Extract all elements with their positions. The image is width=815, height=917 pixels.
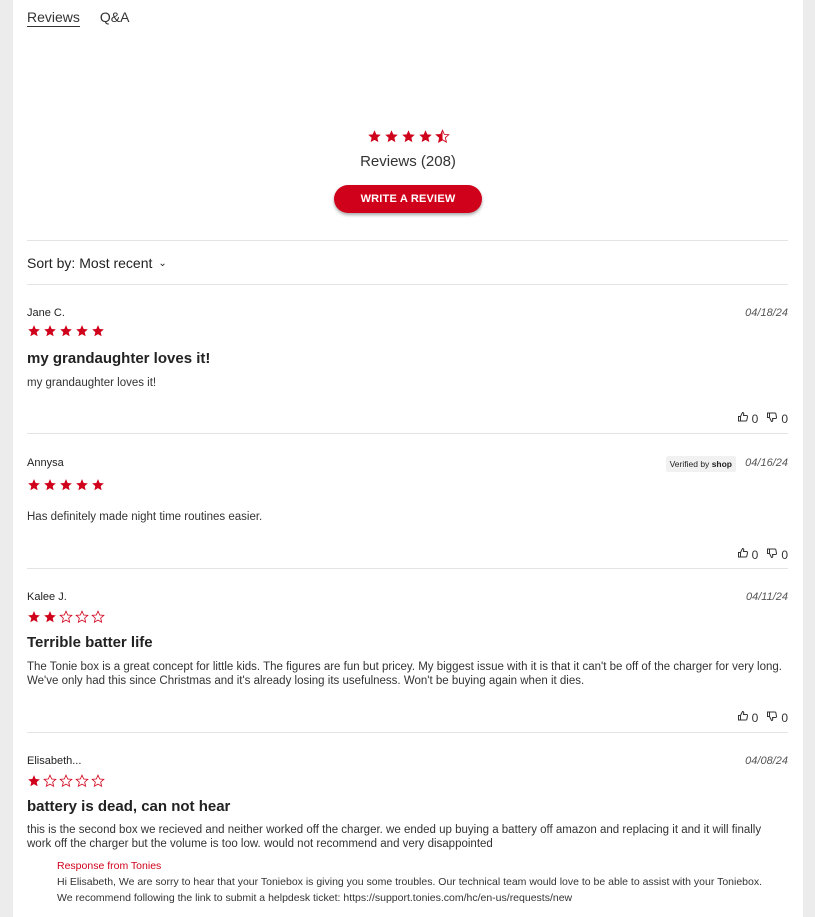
star-icon (434, 129, 450, 143)
divider (27, 433, 788, 434)
review-body: The Tonie box is a great concept for lit… (27, 661, 782, 687)
review-author: Annysa (27, 457, 64, 469)
response-line-2: We recommend following the link to submi… (57, 892, 573, 904)
chevron-down-icon: ⌄ (158, 257, 167, 269)
star-icon (384, 130, 398, 143)
review-date: 04/16/24 (745, 457, 788, 469)
thumbs-down-icon (766, 411, 778, 426)
tab-reviews[interactable]: Reviews (27, 9, 80, 27)
thumbs-up-icon (737, 710, 749, 725)
star-icon (76, 479, 88, 491)
merchant-response: Response from Tonies Hi Elisabeth, We ar… (57, 860, 792, 906)
review-body: Has definitely made night time routines … (27, 511, 263, 523)
verified-badge: Verified by shop (665, 456, 736, 472)
unhelpful-count: 0 (781, 411, 788, 426)
write-review-button[interactable]: WRITE A REVIEW (333, 185, 483, 213)
review-tabs: Reviews Q&A (27, 9, 129, 27)
review-votes: 0 0 (737, 411, 788, 426)
helpful-button[interactable]: 0 (737, 710, 759, 725)
review-date: 04/08/24 (745, 755, 788, 767)
review-date: 04/18/24 (745, 307, 788, 319)
review-author: Elisabeth... (27, 755, 82, 767)
thumbs-down-icon (766, 547, 778, 562)
star-icon (59, 774, 73, 788)
star-icon (59, 610, 73, 624)
helpful-count: 0 (751, 710, 759, 725)
star-icon (28, 479, 40, 491)
star-icon (92, 479, 104, 491)
star-icon (43, 774, 57, 788)
divider (27, 732, 788, 733)
unhelpful-button[interactable]: 0 (766, 547, 788, 562)
review-stars (27, 478, 105, 492)
response-text: Hi Elisabeth, We are sorry to hear that … (57, 874, 792, 906)
star-icon (91, 610, 105, 624)
review-author: Kalee J. (27, 591, 67, 603)
star-icon (91, 774, 105, 788)
star-icon (44, 325, 56, 337)
review-body: this is the second box we recieved and n… (27, 824, 762, 850)
tab-qa[interactable]: Q&A (100, 9, 130, 27)
star-icon (44, 479, 56, 491)
thumbs-up-icon (737, 411, 749, 426)
review-stars (27, 324, 105, 338)
review-date: 04/11/24 (745, 591, 788, 603)
star-icon (44, 611, 56, 623)
unhelpful-button[interactable]: 0 (766, 411, 788, 426)
star-icon (367, 130, 381, 143)
response-label: Response from Tonies (57, 860, 162, 872)
star-icon (60, 325, 72, 337)
summary-stars (367, 129, 450, 144)
response-line-1: Hi Elisabeth, We are sorry to hear that … (57, 876, 763, 888)
helpful-count: 0 (751, 411, 759, 426)
review-title: battery is dead, can not hear (27, 798, 231, 815)
star-icon (418, 130, 432, 143)
review-count: Reviews (208) (360, 153, 456, 170)
rating-summary: Reviews (208) WRITE A REVIEW (13, 129, 803, 213)
thumbs-up-icon (737, 547, 749, 562)
helpful-button[interactable]: 0 (737, 547, 759, 562)
unhelpful-count: 0 (781, 710, 788, 725)
star-icon (28, 325, 40, 337)
review-author: Jane C. (27, 307, 65, 319)
sort-dropdown[interactable]: Sort by: Most recent ⌄ (27, 255, 167, 271)
star-icon (75, 774, 89, 788)
thumbs-down-icon (766, 710, 778, 725)
star-icon (60, 479, 72, 491)
review-stars (27, 610, 105, 624)
unhelpful-count: 0 (781, 547, 788, 562)
star-icon (75, 610, 89, 624)
divider (27, 284, 788, 285)
helpful-button[interactable]: 0 (737, 411, 759, 426)
verified-prefix: Verified by (669, 459, 710, 469)
star-icon (28, 775, 40, 787)
review-votes: 0 0 (737, 547, 788, 562)
sort-label: Sort by: (27, 255, 76, 271)
star-icon (401, 130, 415, 143)
unhelpful-button[interactable]: 0 (766, 710, 788, 725)
reviews-panel: Reviews Q&A Reviews (208) WRITE A REVIEW… (13, 0, 803, 917)
review-title: my grandaughter loves it! (27, 350, 211, 367)
star-icon (92, 325, 104, 337)
sort-value: Most recent (79, 255, 153, 271)
review-title: Terrible batter life (27, 634, 153, 651)
review-votes: 0 0 (737, 710, 788, 725)
star-icon (28, 611, 40, 623)
review-body: my grandaughter loves it! (27, 377, 157, 389)
star-icon (76, 325, 88, 337)
review-stars (27, 774, 105, 788)
divider (27, 240, 788, 241)
verified-brand: shop (711, 459, 732, 469)
helpful-count: 0 (751, 547, 759, 562)
divider (27, 568, 788, 569)
